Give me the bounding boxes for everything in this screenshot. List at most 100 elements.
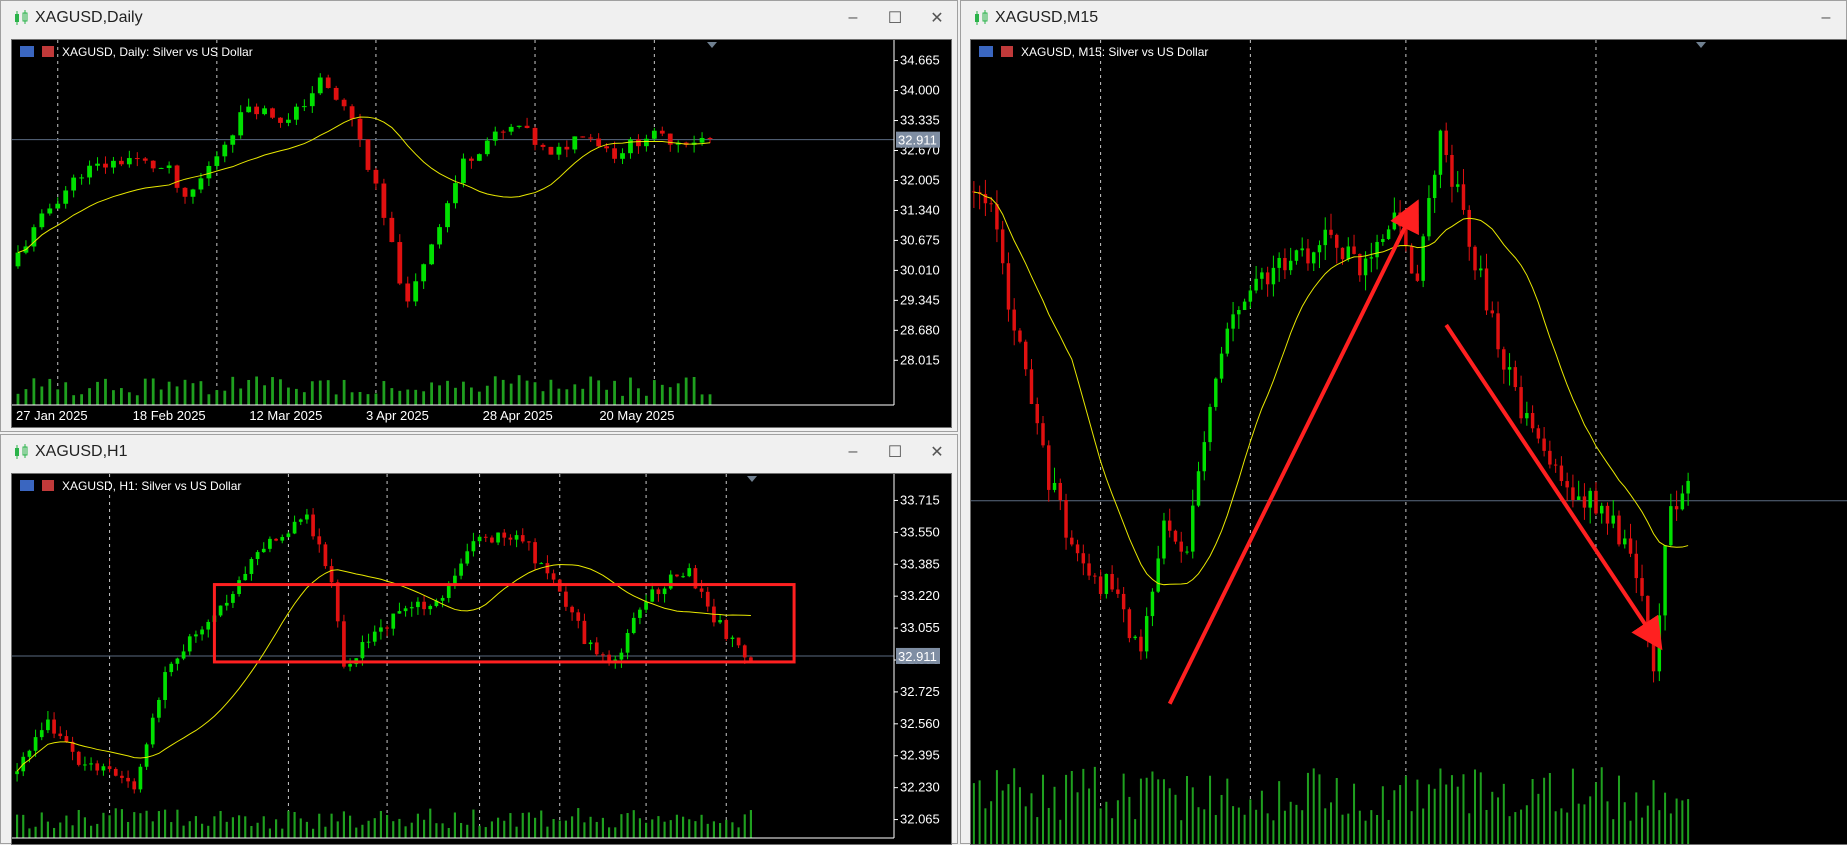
candle-body-6	[63, 190, 69, 204]
x-tick-label-2: 12 Mar 2025	[249, 408, 322, 423]
candle-body-19	[166, 165, 172, 168]
candle-body-49	[317, 536, 322, 545]
candle-body-102	[644, 601, 648, 610]
candle-body-18	[158, 167, 164, 169]
m15-minimize-button[interactable]: –	[1814, 6, 1838, 30]
candle-body-39	[1196, 471, 1201, 506]
candle-body-8	[79, 177, 84, 179]
h1-plot-area[interactable]: 33.71533.55033.38533.22033.05532.89032.7…	[11, 473, 952, 845]
candle-body-66	[540, 144, 546, 147]
daily-chart-window[interactable]: XAGUSD,Daily – ☐ ✕ 34.665 34.000 33.335 32.…	[0, 0, 958, 432]
daily-maximize-button[interactable]: ☐	[883, 6, 907, 30]
chart-shift-marker	[1696, 42, 1706, 48]
candle-body-93	[1507, 367, 1512, 370]
candle-body-29	[246, 106, 252, 113]
candle-body-12	[89, 763, 93, 765]
candle-body-20	[138, 766, 143, 790]
candle-body-37	[309, 93, 315, 107]
daily-window-title: XAGUSD,Daily	[35, 9, 143, 26]
candle-body-87	[1473, 246, 1477, 271]
y-tick-label-6: 32.725	[900, 684, 940, 699]
candle-body-33	[278, 117, 283, 123]
candle-body-18	[1075, 544, 1080, 554]
y-tick-label-9: 28.680	[900, 322, 940, 337]
candle-body-30	[254, 106, 259, 115]
menu-icon	[20, 480, 34, 491]
candle-body-67	[548, 146, 554, 155]
candle-body-87	[707, 138, 713, 140]
candle-body-116	[730, 637, 735, 639]
candle-body-69	[1369, 257, 1374, 259]
h1-chart-window[interactable]: XAGUSD,H1 – ☐ ✕ 33.715 33.550 33.385 33.220…	[0, 434, 958, 845]
candle-body-26	[175, 658, 180, 664]
candle-body-3	[39, 213, 45, 228]
candle-body-0	[15, 252, 21, 267]
candle-body-94	[1513, 367, 1518, 388]
candle-body-124	[1686, 480, 1690, 494]
y-tick-label-0: 34.665	[900, 53, 940, 68]
candle-body-106	[1582, 496, 1587, 508]
candle-body-43	[280, 537, 285, 541]
candle-body-91	[576, 612, 581, 621]
candle-body-25	[1116, 589, 1120, 594]
candle-body-22	[150, 717, 155, 745]
candle-body-100	[631, 617, 636, 634]
candle-body-46	[381, 183, 387, 218]
candle-body-111	[699, 588, 704, 592]
candle-body-58	[1306, 248, 1310, 264]
candle-body-77	[490, 537, 494, 543]
h1-maximize-button[interactable]: ☐	[883, 440, 907, 464]
candle-body-28	[238, 112, 244, 136]
candle-body-3	[989, 203, 993, 205]
candle-body-92	[1502, 349, 1506, 370]
candle-body-27	[181, 651, 186, 659]
candle-body-32	[1156, 558, 1160, 592]
m15-window-titlebar[interactable]: XAGUSD,M15 –	[961, 1, 1846, 35]
candle-body-53	[437, 227, 442, 245]
y-tick-label-2: 33.335	[900, 113, 940, 128]
candle-body-40	[1202, 442, 1207, 472]
x-tick-label-0: 27 Jan 2025	[16, 408, 88, 423]
candle-body-8	[64, 736, 69, 742]
candle-body-50	[413, 281, 419, 302]
candle-body-52	[429, 244, 434, 265]
candle-body-86	[545, 563, 550, 574]
candle-body-112	[1617, 515, 1621, 545]
candle-body-0	[15, 771, 19, 775]
candle-body-68	[1363, 258, 1368, 276]
candle-body-62	[508, 126, 514, 132]
candle-body-105	[662, 588, 667, 595]
candle-body-82	[520, 535, 525, 542]
h1-window-titlebar[interactable]: XAGUSD,H1 – ☐ ✕	[1, 435, 957, 469]
candle-body-64	[409, 607, 414, 609]
candle-body-77	[628, 139, 633, 154]
candle-body-95	[1519, 387, 1523, 419]
m15-chart-window[interactable]: XAGUSD,M15 – XAGUSD, M15: Silver vs US D…	[960, 0, 1847, 845]
chart-shift-marker	[707, 42, 717, 48]
daily-close-button[interactable]: ✕	[925, 6, 949, 30]
candle-body-12	[111, 160, 116, 168]
candle-body-48	[1248, 290, 1253, 302]
candle-body-42	[1214, 378, 1218, 407]
candle-body-89	[1484, 268, 1489, 311]
y-tick-label-10: 32.065	[900, 812, 940, 827]
daily-plot-area[interactable]: 34.665 34.000 33.335 32.670 32.005 31.340 30.6…	[11, 39, 952, 428]
candle-body-68	[556, 146, 562, 155]
candle-body-34	[224, 602, 229, 606]
candle-body-26	[222, 144, 228, 157]
candle-body-92	[582, 620, 587, 645]
h1-close-button[interactable]: ✕	[925, 440, 949, 464]
candle-body-30	[200, 629, 204, 635]
candle-body-80	[508, 537, 513, 540]
h1-minimize-button[interactable]: –	[841, 440, 865, 464]
daily-minimize-button[interactable]: –	[841, 6, 865, 30]
candle-body-49	[405, 283, 411, 302]
m15-window-title: XAGUSD,M15	[995, 9, 1099, 26]
m15-plot-area[interactable]: XAGUSD, M15: Silver vs US Dollar	[970, 39, 1847, 845]
candle-body-36	[301, 106, 307, 108]
candle-body-36	[237, 580, 241, 595]
candle-body-108	[1594, 490, 1598, 514]
candle-body-110	[1605, 505, 1610, 524]
candle-body-79	[1427, 198, 1431, 237]
daily-window-titlebar[interactable]: XAGUSD,Daily – ☐ ✕	[1, 1, 957, 35]
